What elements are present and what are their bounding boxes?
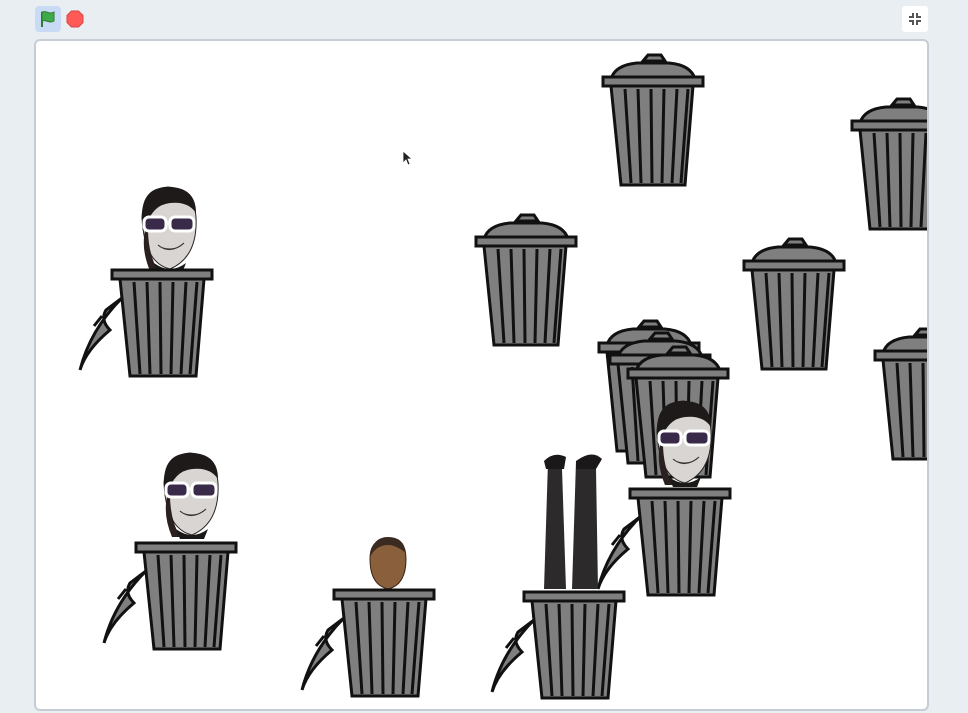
stage-header [0,0,968,36]
open-trash-can[interactable] [102,541,238,651]
open-trash-can[interactable] [300,588,436,698]
sunglasses-head[interactable] [162,451,220,541]
exit-fullscreen-button[interactable] [902,6,928,32]
stop-button[interactable] [65,9,84,28]
open-trash-can[interactable] [78,268,214,378]
mouse-cursor-icon [402,150,414,166]
plain-head[interactable] [369,537,407,590]
trash-can[interactable] [742,237,846,371]
trash-can[interactable] [474,213,578,347]
sunglasses-head[interactable] [140,185,198,275]
green-flag-button[interactable] [35,6,61,32]
green-flag-icon [39,10,57,28]
game-stage[interactable] [34,39,929,711]
stage-canvas[interactable] [36,41,929,711]
upside-down-legs[interactable] [544,454,602,589]
open-trash-can[interactable] [490,590,626,700]
trash-can[interactable] [850,97,929,231]
exit-fullscreen-icon [907,11,923,27]
trash-can[interactable] [873,327,929,461]
stop-icon [66,10,84,28]
trash-can[interactable] [601,53,705,187]
open-trash-can[interactable] [596,487,732,597]
